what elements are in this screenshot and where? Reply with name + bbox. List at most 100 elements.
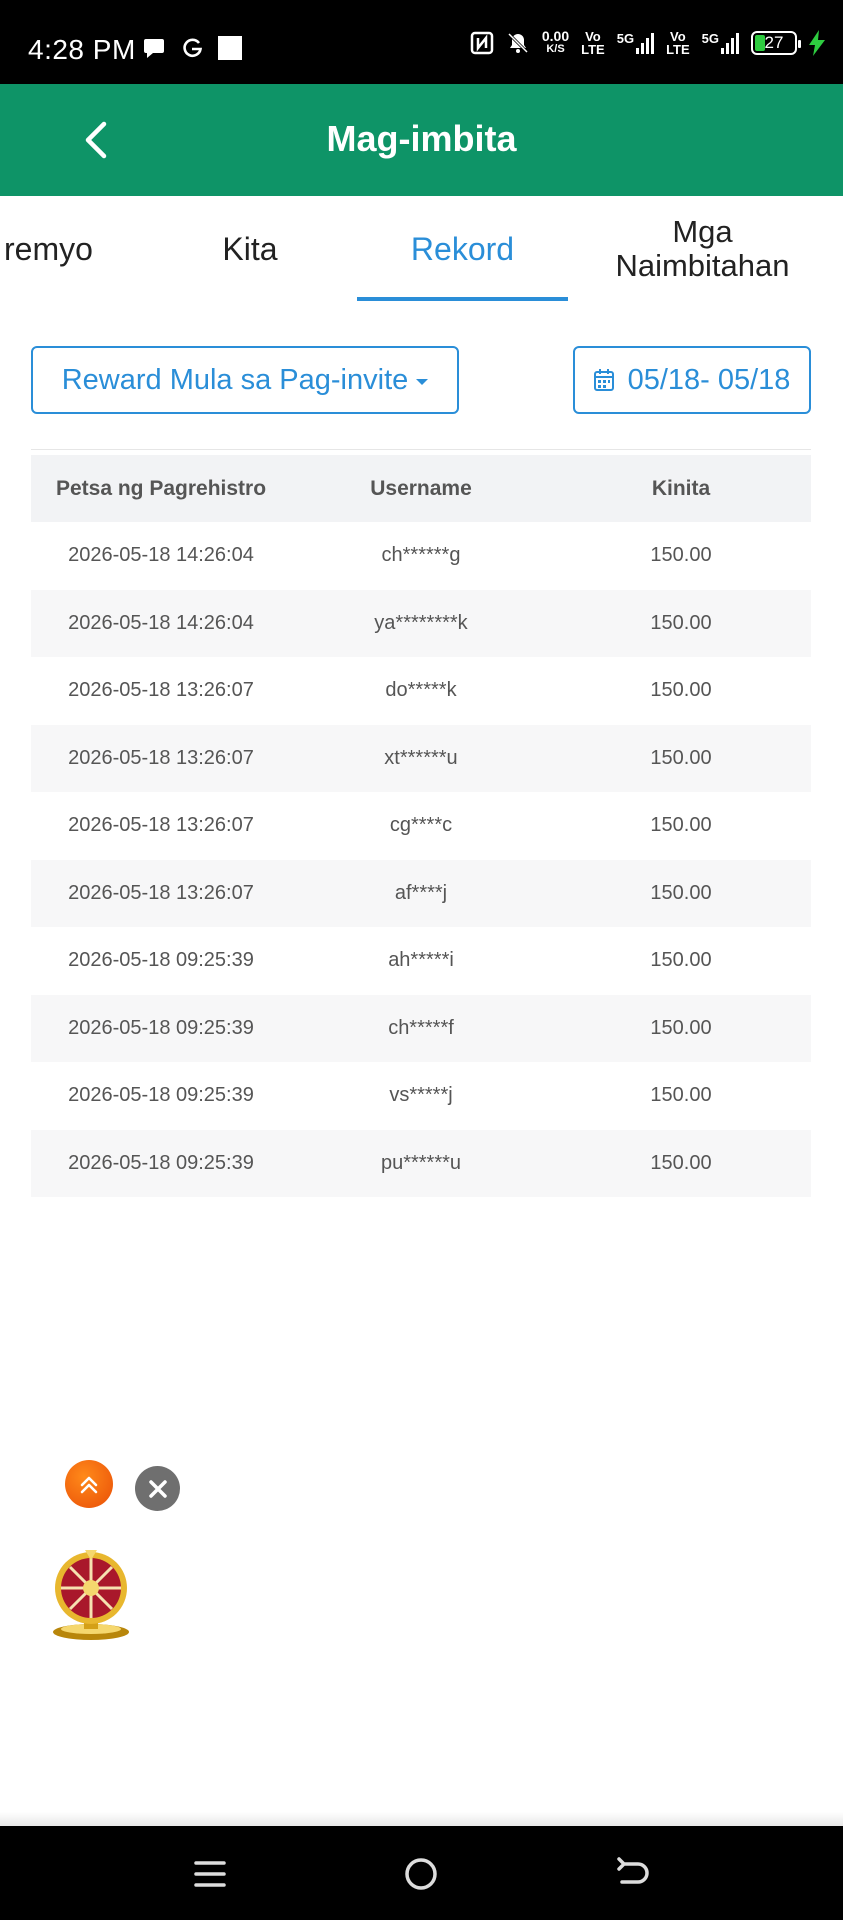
cell-date: 2026-05-18 13:26:07: [68, 746, 254, 769]
close-icon: [148, 1479, 167, 1498]
bottom-divider: [0, 1812, 843, 1826]
net-speed: 0.00 K/S: [541, 28, 570, 56]
cell-earnings: 150.00: [650, 881, 712, 904]
cell-earnings: 150.00: [650, 746, 712, 769]
cell-earnings: 150.00: [650, 544, 712, 567]
cell-date: 2026-05-18 14:26:04: [68, 544, 254, 567]
back-nav-button[interactable]: [606, 1848, 658, 1900]
signal-1-label: 5G: [616, 31, 635, 46]
reward-type-label: Reward Mula sa Pag-invite: [61, 363, 409, 396]
cell-username: ya********k: [374, 611, 468, 634]
cell-username: ch*****f: [388, 1016, 454, 1039]
close-float-button[interactable]: [135, 1466, 180, 1511]
table-row: 2026-05-18 09:25:39 pu******u 150.00: [31, 1129, 811, 1197]
table-header: Petsa ng Pagrehistro Username Kinita: [31, 455, 811, 522]
status-left-icons: [142, 36, 242, 60]
signal-2: 5G: [702, 32, 739, 54]
cell-earnings: 150.00: [650, 1084, 712, 1107]
home-nav-button[interactable]: [395, 1848, 447, 1900]
cell-earnings: 150.00: [650, 814, 712, 837]
volte-2: Vo LTE: [666, 30, 690, 56]
signal-2-label: 5G: [701, 31, 719, 46]
status-right-icons: 0.00 K/S Vo LTE 5G Vo LTE 5G 27: [470, 28, 825, 56]
cell-username: af****j: [394, 881, 448, 904]
status-bar: 4:28 PM 0.00 K/S Vo LTE 5G Vo LTE 5G 27: [0, 0, 843, 84]
g-letter-icon: [183, 38, 203, 58]
cell-username: cg****c: [389, 814, 453, 837]
cell-date: 2026-05-18 09:25:39: [68, 1016, 254, 1039]
table-row: 2026-05-18 09:25:39 ch*****f 150.00: [31, 994, 811, 1062]
cell-earnings: 150.00: [650, 679, 712, 702]
table-row: 2026-05-18 13:26:07 af****j 150.00: [31, 859, 811, 927]
records-table: Petsa ng Pagrehistro Username Kinita 202…: [31, 455, 811, 1197]
scroll-top-button[interactable]: [65, 1460, 113, 1508]
menu-icon: [194, 1861, 226, 1887]
cell-earnings: 150.00: [650, 611, 712, 634]
table-row: 2026-05-18 13:26:07 do*****k 150.00: [31, 657, 811, 725]
table-row: 2026-05-18 09:25:39 vs*****j 150.00: [31, 1062, 811, 1130]
column-header-earnings: Kinita: [651, 476, 711, 500]
cell-date: 2026-05-18 13:26:07: [68, 814, 254, 837]
tab-mga-naimbitahan[interactable]: Mga Naimbitahan: [590, 196, 815, 302]
home-circle-icon: [405, 1858, 437, 1890]
column-header-username: Username: [370, 476, 472, 500]
signal-1: 5G: [616, 31, 655, 54]
table-row: 2026-05-18 14:26:04 ch******g 150.00: [31, 522, 811, 590]
cell-username: xt******u: [384, 746, 458, 769]
app-header: Mag-imbita: [0, 84, 843, 196]
status-time: 4:28 PM: [28, 34, 136, 65]
double-chevron-up-icon: [80, 1476, 98, 1494]
divider: [31, 449, 811, 450]
cell-username: pu******u: [380, 1151, 462, 1174]
table-row: 2026-05-18 14:26:04 ya********k 150.00: [31, 589, 811, 657]
cell-date: 2026-05-18 09:25:39: [68, 949, 254, 972]
charging-bolt-icon: [809, 30, 825, 56]
tab-bar: remyo Kita Rekord Mga Naimbitahan: [0, 196, 843, 302]
cell-date: 2026-05-18 14:26:04: [68, 611, 254, 634]
nfc-icon: [470, 31, 494, 55]
cell-username: do*****k: [385, 679, 457, 702]
battery-indicator: 27: [751, 31, 801, 55]
tab-kita[interactable]: Kita: [150, 196, 350, 302]
cell-date: 2026-05-18 09:25:39: [68, 1084, 254, 1107]
back-arrow-icon: [617, 1857, 649, 1884]
net-speed-value: 0.00: [541, 28, 570, 44]
column-header-date: Petsa ng Pagrehistro: [55, 476, 267, 500]
signal-bars-icon: [721, 33, 739, 54]
prize-wheel-button[interactable]: [50, 1548, 132, 1642]
calendar-icon: [593, 369, 614, 391]
system-nav-bar: [0, 1826, 843, 1920]
cell-username: ah*****i: [388, 949, 454, 972]
volte-1-bottom: LTE: [581, 42, 605, 57]
net-speed-unit: K/S: [546, 43, 565, 55]
table-row: 2026-05-18 09:25:39 ah*****i 150.00: [31, 927, 811, 995]
cell-earnings: 150.00: [650, 1151, 712, 1174]
reward-type-dropdown[interactable]: Reward Mula sa Pag-invite: [31, 346, 459, 414]
battery-level: 27: [764, 33, 784, 52]
table-body: 2026-05-18 14:26:04 ch******g 150.00 2026-…: [31, 522, 811, 1197]
date-range-picker[interactable]: 05/18- 05/18: [573, 346, 811, 414]
prize-wheel-icon: [53, 1550, 129, 1640]
cell-date: 2026-05-18 09:25:39: [68, 1151, 254, 1174]
tab-rekord[interactable]: Rekord: [357, 196, 568, 302]
active-tab-indicator: [357, 297, 568, 301]
caret-down-icon: [416, 379, 429, 385]
cell-username: vs*****j: [389, 1084, 453, 1107]
bell-off-icon: [507, 32, 528, 54]
page-title: Mag-imbita: [326, 118, 517, 159]
volte-1: Vo LTE: [581, 30, 605, 56]
signal-bars-icon: [636, 33, 655, 54]
square-icon: [218, 36, 242, 60]
cell-date: 2026-05-18 13:26:07: [68, 679, 254, 702]
cell-username: ch******g: [381, 544, 461, 567]
cell-date: 2026-05-18 13:26:07: [68, 881, 254, 904]
table-row: 2026-05-18 13:26:07 xt******u 150.00: [31, 724, 811, 792]
table-row: 2026-05-18 13:26:07 cg****c 150.00: [31, 792, 811, 860]
menu-nav-button[interactable]: [184, 1848, 236, 1900]
volte-2-bottom: LTE: [666, 42, 690, 57]
chat-bubble-icon: [144, 39, 164, 58]
battery-fill: [755, 35, 765, 51]
tab-premyo[interactable]: remyo: [0, 196, 100, 302]
cell-earnings: 150.00: [650, 949, 712, 972]
cell-earnings: 150.00: [650, 1016, 712, 1039]
